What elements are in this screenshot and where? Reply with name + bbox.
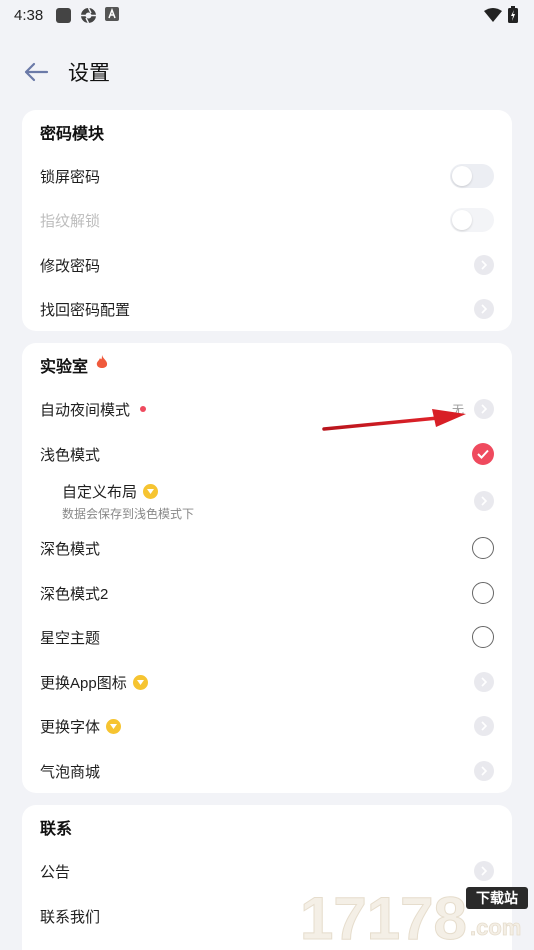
- section-title-lab-text: 实验室: [40, 359, 89, 376]
- chevron-right-icon: [474, 761, 494, 781]
- page-title: 设置: [68, 62, 110, 85]
- chevron-right-icon: [474, 255, 494, 275]
- watermark-logo: 17178 下载站 .com: [298, 883, 530, 950]
- row-label: 自动夜间模式: [40, 399, 147, 420]
- keyboard-a-icon: [105, 6, 122, 24]
- row-recover-password[interactable]: 找回密码配置: [22, 287, 512, 331]
- row-custom-layout[interactable]: 自定义布局 数据会保存到浅色模式下: [22, 476, 512, 526]
- row-label: 气泡商城: [40, 763, 101, 781]
- row-label: 指纹解锁: [40, 212, 101, 230]
- watermark-number: 17178: [300, 885, 467, 943]
- row-label: 修改密码: [40, 257, 101, 275]
- chevron-right-icon: [474, 716, 494, 736]
- vip-badge-icon: [132, 674, 148, 690]
- custom-layout-label: 自定义布局: [62, 483, 138, 501]
- row-label: 更换字体: [40, 716, 122, 737]
- watermark-domain: .com: [470, 915, 521, 940]
- dark-mode-radio[interactable]: [472, 537, 494, 559]
- section-title-contact: 联系: [40, 821, 73, 838]
- auto-night-label: 自动夜间模式: [40, 401, 131, 419]
- row-dark-mode-2[interactable]: 深色模式2: [22, 571, 512, 615]
- section-title-lab: 实验室: [22, 343, 512, 387]
- font-label: 更换字体: [40, 718, 101, 736]
- status-time: 4:38: [14, 6, 44, 24]
- chevron-right-icon: [474, 299, 494, 319]
- chevron-right-icon: [474, 399, 494, 419]
- row-label: 自定义布局: [62, 481, 194, 502]
- row-label: 联系我们: [40, 908, 101, 926]
- red-dot-badge: [140, 406, 147, 412]
- row-lock-screen[interactable]: 锁屏密码: [22, 154, 512, 198]
- annotation-arrow-icon: [322, 409, 466, 431]
- password-card: 密码模块 锁屏密码 指纹解锁 修改密码 找回密码配置: [22, 110, 512, 331]
- app-notification-icon: [55, 7, 72, 24]
- row-change-password[interactable]: 修改密码: [22, 243, 512, 287]
- row-font[interactable]: 更换字体: [22, 704, 512, 748]
- fire-icon: [96, 355, 108, 375]
- dark-mode-2-radio[interactable]: [472, 582, 494, 604]
- chevron-right-icon: [474, 672, 494, 692]
- vip-badge-icon: [106, 718, 122, 734]
- section-title-password: 密码模块: [40, 126, 105, 143]
- row-bubble-shop[interactable]: 气泡商城: [22, 749, 512, 793]
- watermark-site: 下载站: [476, 890, 518, 907]
- vip-badge-icon: [143, 483, 159, 499]
- lock-screen-toggle[interactable]: [450, 164, 494, 188]
- app-icon-label: 更换App图标: [40, 674, 127, 692]
- custom-layout-subtitle: 数据会保存到浅色模式下: [62, 506, 195, 521]
- fingerprint-toggle: [450, 208, 494, 232]
- back-arrow-icon: [24, 62, 49, 82]
- status-bar: 4:38: [0, 0, 534, 30]
- light-mode-radio[interactable]: [472, 443, 494, 465]
- chevron-right-icon: [474, 491, 494, 511]
- starry-theme-radio[interactable]: [472, 626, 494, 648]
- row-label: 公告: [40, 863, 71, 881]
- check-icon: [477, 449, 489, 459]
- back-button[interactable]: [22, 58, 50, 86]
- row-label: 锁屏密码: [40, 168, 101, 186]
- row-label: 浅色模式: [40, 446, 101, 464]
- row-label: 更换App图标: [40, 672, 148, 693]
- chevron-right-icon: [474, 861, 494, 881]
- row-label: 深色模式: [40, 540, 101, 558]
- top-bar: 设置: [0, 50, 534, 94]
- row-light-mode[interactable]: 浅色模式: [22, 432, 512, 476]
- aperture-icon: [80, 7, 97, 24]
- row-label: 深色模式2: [40, 585, 109, 603]
- row-dark-mode[interactable]: 深色模式: [22, 526, 512, 570]
- row-fingerprint: 指纹解锁: [22, 198, 512, 242]
- row-app-icon[interactable]: 更换App图标: [22, 660, 512, 704]
- battery-icon: [508, 6, 518, 27]
- row-label: 星空主题: [40, 629, 101, 647]
- row-starry-theme[interactable]: 星空主题: [22, 615, 512, 659]
- row-label: 找回密码配置: [40, 301, 131, 319]
- wifi-icon: [484, 7, 502, 26]
